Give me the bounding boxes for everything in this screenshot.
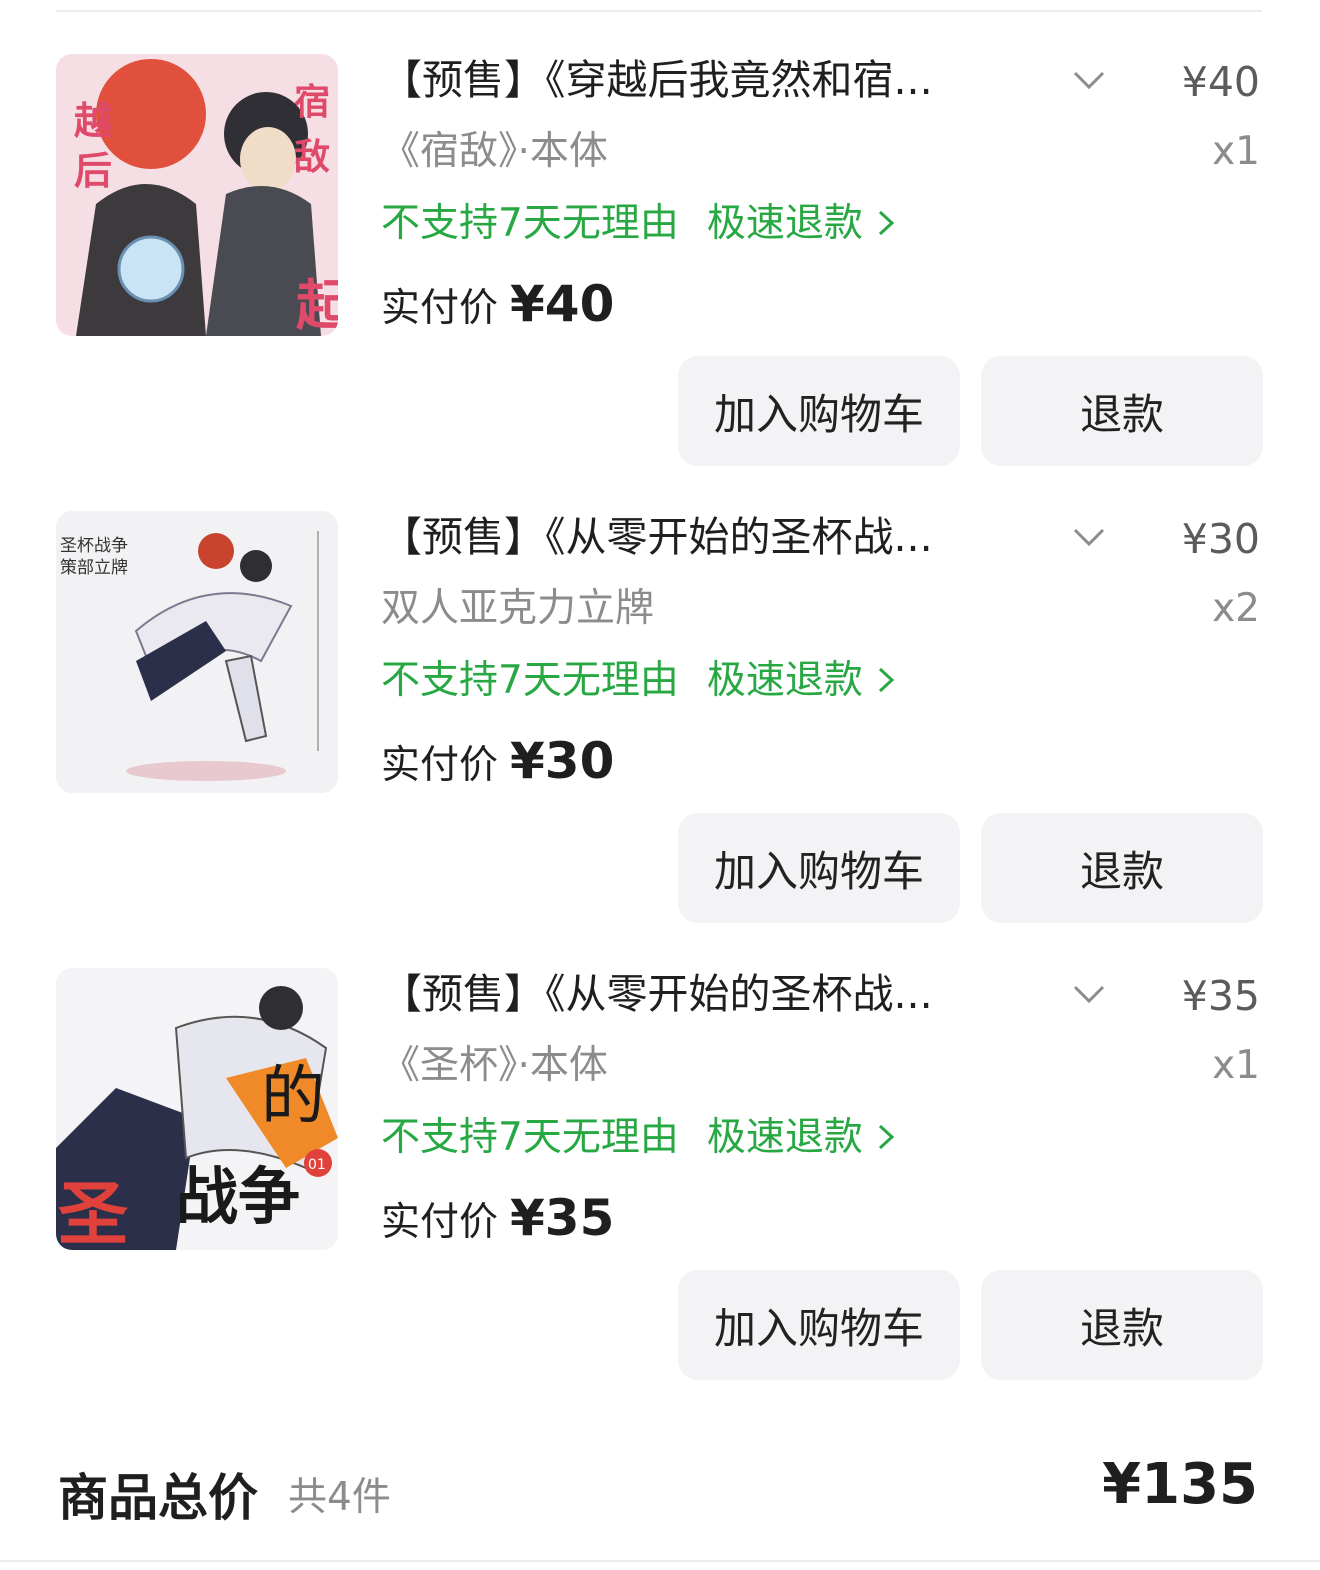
- fast-refund-text: 极速退款: [706, 201, 863, 246]
- no-reason-return-text: 不支持7天无理由: [381, 658, 679, 703]
- no-reason-return-text: 不支持7天无理由: [381, 1115, 679, 1160]
- quantity: x1: [1212, 129, 1260, 174]
- item-count: 共4件: [288, 1475, 391, 1520]
- refund-button[interactable]: 退款: [981, 356, 1263, 466]
- svg-text:敌: 敌: [294, 137, 330, 178]
- svg-text:越: 越: [74, 99, 113, 143]
- svg-text:策部立牌: 策部立牌: [60, 558, 128, 578]
- add-to-cart-button[interactable]: 加入购物车: [678, 1270, 960, 1380]
- chevron-right-icon: [878, 667, 895, 693]
- order-item: 越 后 宿 敌 起 【预售】《穿越后我竟然和宿... ¥40 《宿敌》·本体 x…: [0, 54, 1320, 494]
- add-to-cart-button[interactable]: 加入购物车: [678, 356, 960, 466]
- total-amount: ¥135: [1102, 1452, 1258, 1517]
- svg-text:圣: 圣: [58, 1172, 128, 1250]
- quantity: x2: [1212, 586, 1260, 631]
- chevron-right-icon: [878, 210, 895, 236]
- product-title[interactable]: 【预售】《从零开始的圣杯战...: [381, 966, 1021, 1022]
- fast-refund-text: 极速退款: [706, 1115, 863, 1160]
- add-to-cart-button[interactable]: 加入购物车: [678, 813, 960, 923]
- product-title[interactable]: 【预售】《从零开始的圣杯战...: [381, 509, 1021, 565]
- refund-policy[interactable]: 不支持7天无理由 极速退款: [381, 653, 901, 709]
- paid-price-amount: ¥40: [510, 275, 615, 333]
- svg-text:圣杯战争: 圣杯战争: [60, 536, 128, 556]
- order-item: 圣杯战争 策部立牌 【预售】《从零开始的圣杯战... ¥30 双人亚克力立牌 x…: [0, 511, 1320, 951]
- product-thumbnail[interactable]: 圣 战争 的 01: [56, 968, 338, 1250]
- order-total-bar: 商品总价 共4件 ¥135: [0, 1450, 1320, 1540]
- refund-policy[interactable]: 不支持7天无理由 极速退款: [381, 196, 901, 252]
- product-image-art: 越 后 宿 敌 起: [56, 54, 338, 336]
- paid-price-label: 实付价: [381, 1200, 499, 1245]
- product-thumbnail[interactable]: 圣杯战争 策部立牌: [56, 511, 338, 793]
- svg-text:01: 01: [308, 1157, 326, 1173]
- no-reason-return-text: 不支持7天无理由: [381, 201, 679, 246]
- paid-price: 实付价 ¥35: [381, 1188, 614, 1253]
- paid-price-label: 实付价: [381, 743, 499, 788]
- product-variant: 《宿敌》·本体: [381, 129, 608, 174]
- refund-button[interactable]: 退款: [981, 1270, 1263, 1380]
- refund-policy[interactable]: 不支持7天无理由 极速退款: [381, 1110, 901, 1166]
- product-variant: 双人亚克力立牌: [381, 586, 655, 631]
- unit-price: ¥40: [1181, 58, 1260, 106]
- unit-price: ¥30: [1181, 515, 1260, 563]
- svg-text:宿: 宿: [294, 82, 330, 123]
- unit-price: ¥35: [1181, 972, 1260, 1020]
- chevron-down-icon[interactable]: [1071, 525, 1107, 549]
- chevron-down-icon[interactable]: [1071, 982, 1107, 1006]
- chevron-down-icon[interactable]: [1071, 68, 1107, 92]
- paid-price: 实付价 ¥30: [381, 731, 614, 796]
- refund-button[interactable]: 退款: [981, 813, 1263, 923]
- total-label: 商品总价: [58, 1469, 258, 1527]
- product-thumbnail[interactable]: 越 后 宿 敌 起: [56, 54, 338, 336]
- product-variant: 《圣杯》·本体: [381, 1043, 608, 1088]
- paid-price-amount: ¥35: [510, 1189, 615, 1247]
- product-image-art: 圣 战争 的 01: [56, 968, 338, 1250]
- product-title[interactable]: 【预售】《穿越后我竟然和宿...: [381, 52, 1021, 108]
- top-divider: [56, 10, 1262, 12]
- paid-price: 实付价 ¥40: [381, 274, 614, 339]
- svg-text:起: 起: [296, 274, 338, 336]
- bottom-divider: [0, 1560, 1320, 1562]
- product-image-art: 圣杯战争 策部立牌: [56, 511, 338, 793]
- svg-text:后: 后: [74, 149, 112, 193]
- paid-price-label: 实付价: [381, 286, 499, 331]
- order-item: 圣 战争 的 01 【预售】《从零开始的圣杯战... ¥35 《圣杯》·本体 x…: [0, 968, 1320, 1408]
- fast-refund-text: 极速退款: [706, 658, 863, 703]
- chevron-right-icon: [878, 1124, 895, 1150]
- quantity: x1: [1212, 1043, 1260, 1088]
- paid-price-amount: ¥30: [510, 732, 615, 790]
- svg-text:的: 的: [261, 1060, 325, 1134]
- svg-text:战争: 战争: [176, 1160, 300, 1233]
